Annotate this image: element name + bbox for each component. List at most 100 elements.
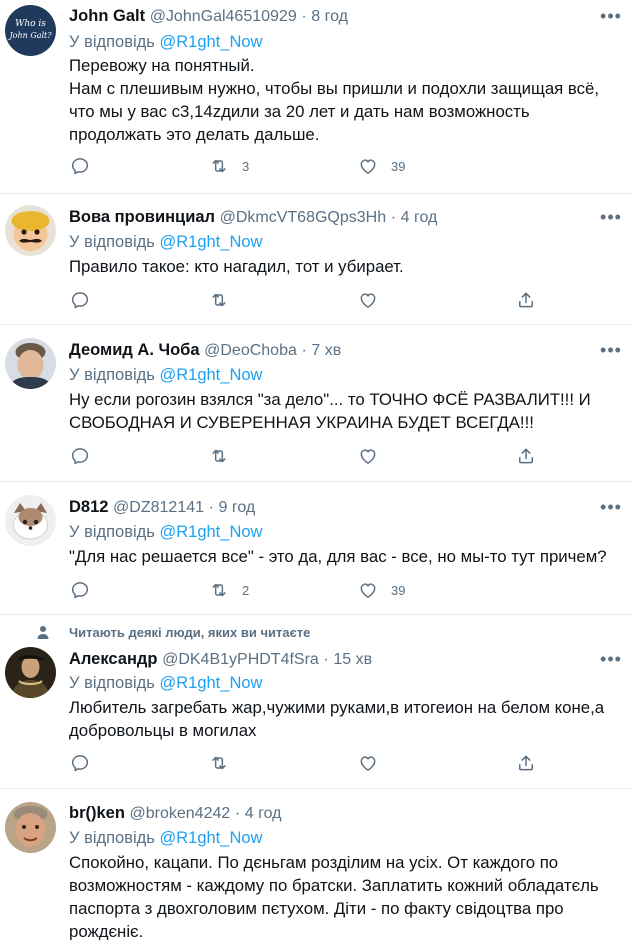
replying-to: У відповідь @R1ght_Now [69,365,262,385]
tweet-text: Правило такое: кто нагадил, тот и убирае… [69,255,621,278]
mention-link[interactable]: @R1ght_Now [159,829,262,847]
tweet[interactable]: Александр @DK4B1yPHDT4fSra · 15 хв ••• У… [0,615,633,789]
tweet-text: Спокойно, кацапи. По дєньгам розділим на… [69,851,621,940]
display-name[interactable]: D812 [69,498,108,516]
avatar-image [5,647,56,698]
user-handle[interactable]: @DK4B1yPHDT4fSra [162,651,319,668]
like-button[interactable] [358,751,378,775]
mention-link[interactable]: @R1ght_Now [159,33,262,51]
retweet-button[interactable]: 3 [209,154,249,178]
like-button[interactable]: 39 [358,578,405,602]
avatar[interactable]: Who is John Galt? [5,5,56,56]
replying-to: У відповідь @R1ght_Now [69,232,262,252]
avatar-image: Who is John Galt? [5,5,56,56]
avatar-text: John Galt? [7,31,52,40]
tweet-text-line: что мы у вас с3,14zдили за 20 лет и дать… [69,102,530,121]
retweet-button[interactable] [209,444,229,468]
timestamp[interactable]: 9 год [219,499,256,516]
timestamp[interactable]: 7 хв [311,342,341,359]
like-count: 39 [391,158,406,174]
replying-to-label: У відповідь [69,33,160,51]
timestamp[interactable]: 4 год [401,209,438,226]
action-bar [0,288,633,312]
tweet-header: Вова провинциал @DkmcVT68GQps3Hh · 4 год [69,207,593,228]
timestamp[interactable]: 4 год [245,805,282,822]
tweet-text: "Для нас решается все" - это да, для вас… [69,545,621,568]
tweet[interactable]: Деомид А. Чоба @DeoChoba · 7 хв ••• У ві… [0,325,633,482]
share-button[interactable] [516,751,536,775]
display-name[interactable]: br()ken [69,804,125,822]
share-icon [519,448,533,464]
action-bar: 3 39 [0,154,633,178]
avatar[interactable] [5,338,56,389]
separator-dot: · [301,342,307,359]
avatar[interactable] [5,205,56,256]
more-options-icon[interactable]: ••• [599,7,623,30]
user-handle[interactable]: @broken4242 [130,805,231,822]
heart-icon [360,159,376,174]
action-bar [0,751,633,775]
replying-to: У відповідь @R1ght_Now [69,522,262,542]
tweet-header: Александр @DK4B1yPHDT4fSra · 15 хв [69,649,593,670]
avatar[interactable] [5,647,56,698]
tweet-text-line: паспорта з двохголовим пєтухом. Діти - п… [69,899,564,918]
share-icon [519,292,533,308]
user-handle[interactable]: @JohnGal46510929 [150,8,297,25]
tweet-text-line: Перевожу на понятный. [69,56,255,75]
like-button[interactable] [358,444,378,468]
tweet-text-line: Спокойно, кацапи. По дєньгам розділим на… [69,853,559,872]
avatar-image [5,338,56,389]
display-name[interactable]: Деомид А. Чоба [69,341,200,359]
user-handle[interactable]: @DZ812141 [113,499,204,516]
avatar[interactable] [5,495,56,546]
share-button[interactable] [516,288,536,312]
reply-button[interactable] [70,751,90,775]
user-handle[interactable]: @DkmcVT68GQps3Hh [220,209,387,226]
separator-dot: · [234,805,241,822]
reply-button[interactable] [70,578,90,602]
action-bar: 2 39 [0,578,633,602]
more-options-icon[interactable]: ••• [599,341,623,364]
like-button[interactable] [358,288,378,312]
like-button[interactable]: 39 [358,154,405,178]
tweet-text-line: добровольцы в могилах [69,721,257,740]
more-options-icon[interactable]: ••• [599,498,623,521]
timestamp[interactable]: 15 хв [333,651,372,668]
tweet-header: John Galt @JohnGal46510929 · 8 год [69,6,593,27]
action-bar [0,444,633,468]
mention-link[interactable]: @R1ght_Now [159,523,262,541]
mention-link[interactable]: @R1ght_Now [159,366,262,384]
tweet[interactable]: Who is John Galt? John Galt @JohnGal4651… [0,0,633,194]
replying-to: У відповідь @R1ght_Now [69,673,262,693]
tweet[interactable]: br()ken @broken4242 · 4 год У відповідь … [0,789,633,940]
tweet-text-line: продолжать это делать дальше. [69,125,320,144]
replying-to-label: У відповідь [69,829,160,847]
reply-icon [71,158,89,175]
mention-link[interactable]: @R1ght_Now [159,674,262,692]
reply-button[interactable] [70,154,90,178]
more-options-icon[interactable]: ••• [599,650,623,673]
reply-icon [71,582,89,599]
heart-icon [360,583,376,598]
retweet-count: 2 [242,582,250,598]
tweet[interactable]: D812 @DZ812141 · 9 год ••• У відповідь @… [0,482,633,615]
mention-link[interactable]: @R1ght_Now [159,233,262,251]
retweet-button[interactable] [209,288,229,312]
display-name[interactable]: Вова провинциал [69,208,215,226]
replying-to-label: У відповідь [69,233,160,251]
retweet-button[interactable]: 2 [209,578,249,602]
reply-button[interactable] [70,444,90,468]
retweet-icon [212,583,226,597]
display-name[interactable]: Александр [69,650,157,668]
tweet[interactable]: Вова провинциал @DkmcVT68GQps3Hh · 4 год… [0,194,633,325]
avatar[interactable] [5,802,56,853]
share-button[interactable] [516,444,536,468]
timestamp[interactable]: 8 год [311,8,348,25]
replying-to-label: У відповідь [69,523,160,541]
tweet-text-line: СВОБОДНАЯ И СУВЕРЕННАЯ УКРАИНА БУДЕТ ВСЕ… [69,413,534,432]
display-name[interactable]: John Galt [69,7,145,25]
more-options-icon[interactable]: ••• [599,208,623,231]
user-handle[interactable]: @DeoChoba [204,342,297,359]
reply-button[interactable] [70,288,90,312]
retweet-button[interactable] [209,751,229,775]
